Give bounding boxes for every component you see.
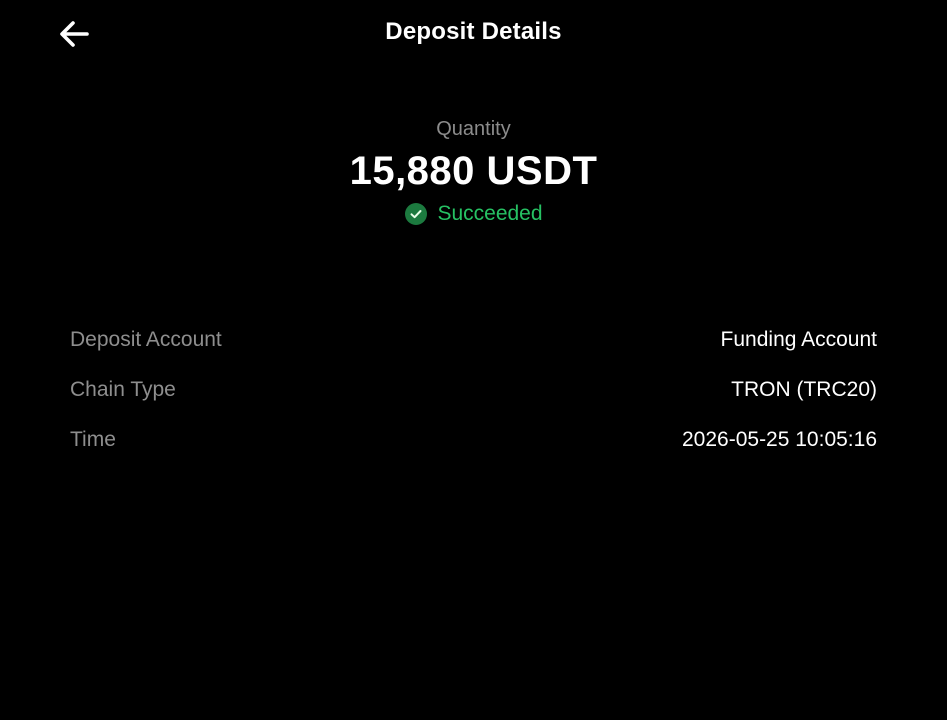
details-list: Deposit Account Funding Account Chain Ty… [70,323,877,473]
detail-row-chain-type: Chain Type TRON (TRC20) [70,373,877,407]
detail-row-time: Time 2026-05-25 10:05:16 [70,423,877,457]
quantity-label: Quantity [436,118,511,140]
detail-value: TRON (TRC20) [731,378,877,401]
detail-label: Deposit Account [70,328,222,351]
detail-value: Funding Account [720,328,877,351]
status-text: Succeeded [437,202,543,225]
check-circle-icon [404,202,428,226]
detail-row-deposit-account: Deposit Account Funding Account [70,323,877,357]
detail-value: 2026-05-25 10:05:16 [682,428,877,451]
deposit-amount: 15,880 USDT [349,149,598,193]
status-badge: Succeeded [404,200,543,228]
deposit-summary: Quantity 15,880 USDT Succeeded [0,116,947,231]
detail-label: Time [70,428,116,451]
detail-label: Chain Type [70,378,176,401]
page-title: Deposit Details [385,18,562,45]
